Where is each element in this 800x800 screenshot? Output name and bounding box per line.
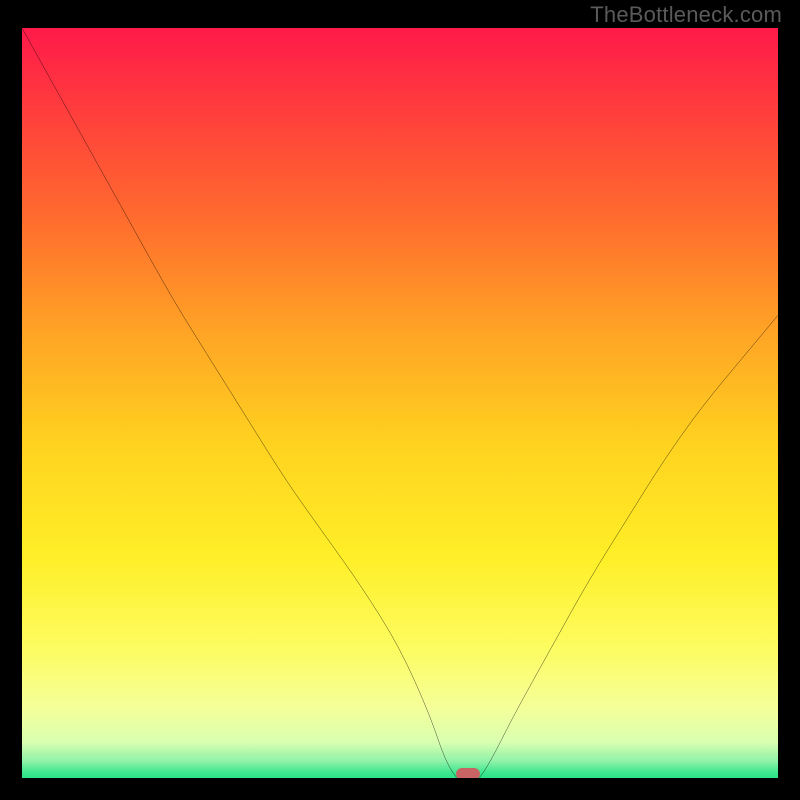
bottleneck-curve	[22, 28, 778, 778]
chart-frame: TheBottleneck.com	[0, 0, 800, 800]
watermark-text: TheBottleneck.com	[590, 2, 782, 28]
plot-area	[22, 28, 778, 778]
bottleneck-marker	[456, 768, 480, 779]
